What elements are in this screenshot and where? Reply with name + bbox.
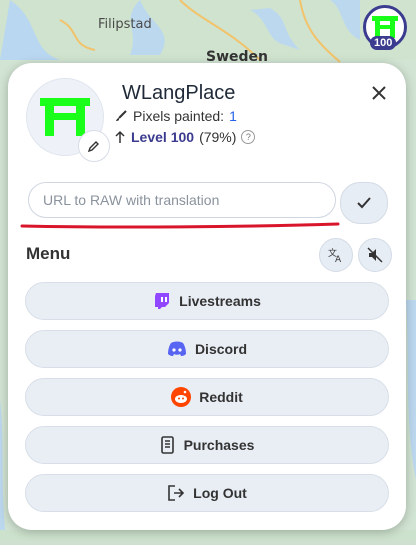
- purchases-button[interactable]: Purchases: [25, 426, 389, 464]
- brush-icon: [116, 110, 127, 121]
- help-icon[interactable]: ?: [241, 130, 256, 144]
- level-stat: Level 100 (79%) ?: [114, 129, 256, 145]
- twitch-icon: [153, 292, 171, 310]
- discord-label: Discord: [194, 341, 248, 357]
- logout-button[interactable]: Log Out: [25, 474, 389, 512]
- username: WLangPlace: [122, 82, 236, 104]
- arrow-up-icon: [115, 130, 125, 143]
- avatar-logo-icon: [40, 98, 90, 136]
- profile-panel: WLangPlace Pixels painted: 1 Level 100 (…: [8, 63, 406, 530]
- logout-icon: [167, 484, 185, 502]
- pencil-icon: [88, 141, 99, 152]
- close-button[interactable]: [369, 80, 389, 106]
- map-city-label: Filipstad: [98, 17, 152, 32]
- pixels-painted-stat: Pixels painted: 1: [114, 108, 237, 124]
- profile-badge-button[interactable]: 100: [363, 5, 407, 50]
- pixels-label: Pixels painted:: [133, 108, 225, 124]
- check-icon: [357, 197, 371, 209]
- discord-button[interactable]: Discord: [25, 330, 389, 368]
- logout-label: Log Out: [193, 485, 247, 501]
- translate-icon: 文 A: [328, 247, 342, 263]
- confirm-url-button[interactable]: [340, 182, 388, 224]
- speaker-muted-icon: [367, 247, 383, 263]
- red-underline-annotation: [20, 222, 340, 229]
- receipt-icon: [160, 436, 176, 454]
- translation-url-input[interactable]: [28, 182, 336, 218]
- level-percent: (79%): [199, 129, 237, 145]
- badge-level: 100: [370, 36, 397, 50]
- level-label: Level 100: [131, 129, 195, 145]
- wplace-logo-icon: [372, 16, 398, 38]
- menu-title: Menu: [26, 244, 71, 263]
- edit-avatar-button[interactable]: [78, 130, 110, 162]
- purchases-label: Purchases: [183, 437, 255, 453]
- discord-icon: [167, 341, 187, 357]
- reddit-label: Reddit: [199, 389, 243, 405]
- mute-button[interactable]: [358, 238, 392, 272]
- pixels-value: 1: [229, 108, 237, 124]
- livestreams-label: Livestreams: [179, 293, 261, 309]
- reddit-icon: [171, 387, 192, 407]
- livestreams-button[interactable]: Livestreams: [25, 282, 389, 320]
- translate-button[interactable]: 文 A: [319, 238, 353, 272]
- svg-text:A: A: [335, 255, 342, 263]
- reddit-button[interactable]: Reddit: [25, 378, 389, 416]
- close-icon: [372, 86, 386, 100]
